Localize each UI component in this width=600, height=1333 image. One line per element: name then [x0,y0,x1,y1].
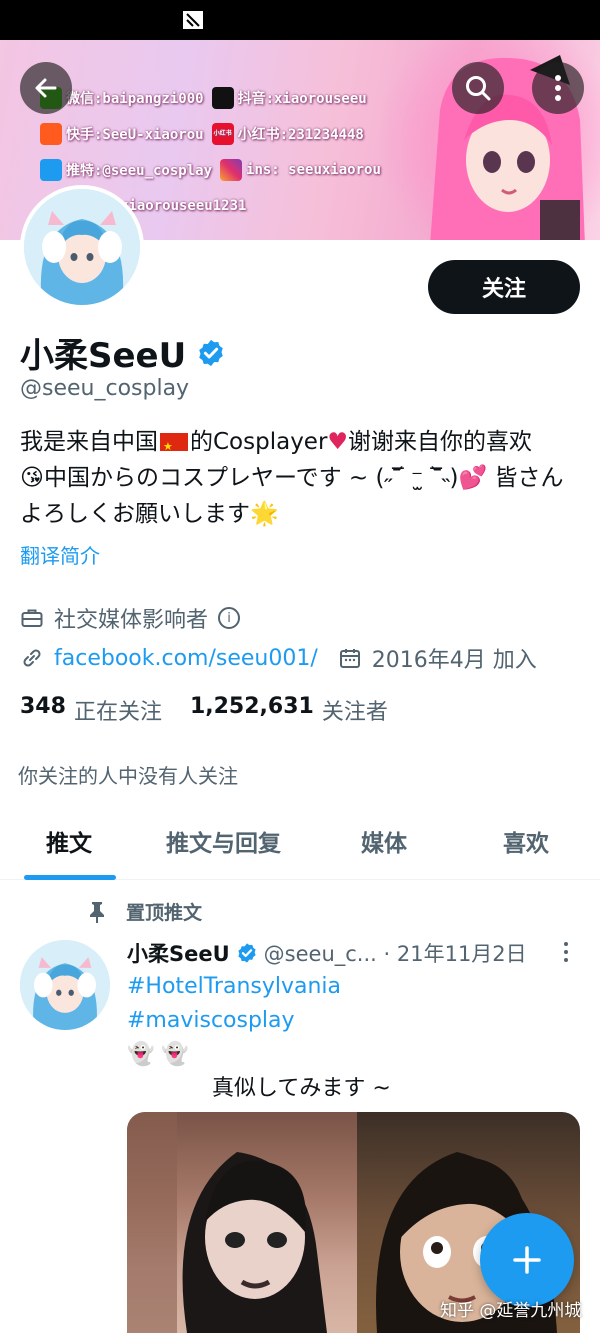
info-icon[interactable]: i [218,607,241,629]
briefcase-icon [21,609,43,627]
tweet-handle-date: @seeu_c... · 21年11月2日 [263,942,527,966]
joined-date: 2016年4月 加入 [371,648,537,673]
tweet-author-name[interactable]: 小柔SeeU [127,938,230,968]
profile-tabs: 推文 推文与回复 媒体 喜欢 [0,804,600,880]
instagram-icon [220,159,243,181]
douyin-icon [211,87,234,109]
link-icon [23,649,41,667]
bio-line-4: 中国からのコスプレヤーです ~ (˶‾᷄ ⁻̫ ‾᷅˵) [43,465,459,491]
follow-button[interactable]: 关注 [428,260,580,314]
hashtag-link[interactable]: #HotelTransylvania [127,970,341,1004]
tweet-body: #HotelTransylvania #maviscosplay 👻 👻 [127,970,341,1072]
two-hearts-icon: 💕 [458,465,488,491]
pinned-label: 置顶推文 [86,898,202,925]
display-name: 小柔SeeU [20,336,187,376]
pin-icon [90,901,104,923]
banner-xiaohongshu: 小红书:231234448 [237,127,364,143]
arrow-left-icon [35,78,57,98]
cosplay-photo [127,1112,327,1333]
avatar-image [24,189,140,305]
banner-instagram: ins: seeuxiaorou [246,162,381,178]
follow-counts: 348 正在关注 1,252,631 关注者 [20,694,416,726]
tab-likes[interactable]: 喜欢 [503,824,549,858]
avatar-image [20,940,110,1030]
followers-label[interactable]: 关注者 [322,694,388,726]
tab-media[interactable]: 媒体 [361,824,407,858]
hashtag-link[interactable]: #maviscosplay [127,1004,341,1038]
more-options-button[interactable] [532,62,584,114]
pinned-text: 置顶推文 [126,902,203,924]
profile-bio: 我是来自中国 的Cosplayer♥谢谢来自你的喜欢 😘中国からのコスプレヤーです… [20,424,585,532]
sparkle-icon: 🌟 [250,501,279,527]
ghost-emoji: 👻 👻 [127,1042,189,1067]
following-label[interactable]: 正在关注 [74,694,162,726]
media-photo-cosplay [127,1112,357,1333]
verified-badge-icon[interactable] [196,338,226,368]
xiaohongshu-icon: 小红书 [211,123,234,145]
banner-douyin: 抖音:xiaorouseeu [237,91,367,107]
bio-line-1: 我是来自中国 [20,429,158,455]
kuaishou-icon [40,123,62,145]
following-count[interactable]: 348 [20,694,66,726]
tweet-more-icon[interactable] [560,940,572,964]
tweet-avatar[interactable] [20,940,110,1030]
translate-bio-link[interactable]: 翻译简介 [20,540,100,569]
profile-name-row: 小柔SeeU [20,328,226,377]
twitter-icon [40,159,62,181]
tweet-caption: 真似してみます ~ [212,1076,391,1101]
bio-line-3: 谢谢来自你的喜欢 [348,429,533,455]
calendar-icon [339,649,360,668]
status-bar [0,0,600,40]
tweet-header: 小柔SeeU @seeu_c... · 21年11月2日 [127,938,582,968]
tab-tweets-replies[interactable]: 推文与回复 [166,824,281,858]
heart-icon: ♥ [327,429,349,455]
compose-tweet-button[interactable] [480,1213,574,1307]
kiss-face-icon: 😘 [20,465,44,491]
search-button[interactable] [452,62,504,114]
banner-kuaishou: 快手:SeeU-xiaorou [66,127,204,143]
back-button[interactable] [20,62,72,114]
banner-row-4: xiaorouseeu1231 [120,194,246,218]
followers-count[interactable]: 1,252,631 [190,694,314,726]
banner-weibo: xiaorouseeu1231 [120,198,247,214]
profile-category: 社交媒体影响者 i [20,602,241,634]
profile-meta-links: facebook.com/seeu001/ 2016年4月 加入 [20,642,537,674]
plus-icon [513,1246,541,1274]
profile-avatar[interactable] [20,185,144,309]
more-vertical-icon [555,75,561,101]
notification-icon [183,11,203,29]
banner-twitter: 推特:@seeu_cosplay [66,163,213,179]
category-text: 社交媒体影响者 [54,608,209,633]
banner-row-1: 微信:baipangzi000 抖音:xiaorouseeu [40,86,375,110]
website-link[interactable]: facebook.com/seeu001/ [54,646,318,671]
banner-wechat: 微信:baipangzi000 [66,91,204,107]
bio-line-2: 的Cosplayer [190,429,328,455]
china-flag-icon [160,429,188,465]
tab-tweets[interactable]: 推文 [46,824,92,858]
banner-row-3: 推特:@seeu_cosplay ins: seeuxiaorou [40,158,389,182]
profile-handle: @seeu_cosplay [20,376,190,401]
verified-badge-icon [238,943,256,963]
watermark: 知乎 @延誉九州城 [440,1301,582,1321]
active-tab-indicator [24,875,116,880]
search-icon [466,76,491,101]
banner-row-2: 快手:SeeU-xiaorou 小红书 小红书:231234448 [40,122,372,146]
mutual-followers-note: 你关注的人中没有人关注 [18,764,238,788]
